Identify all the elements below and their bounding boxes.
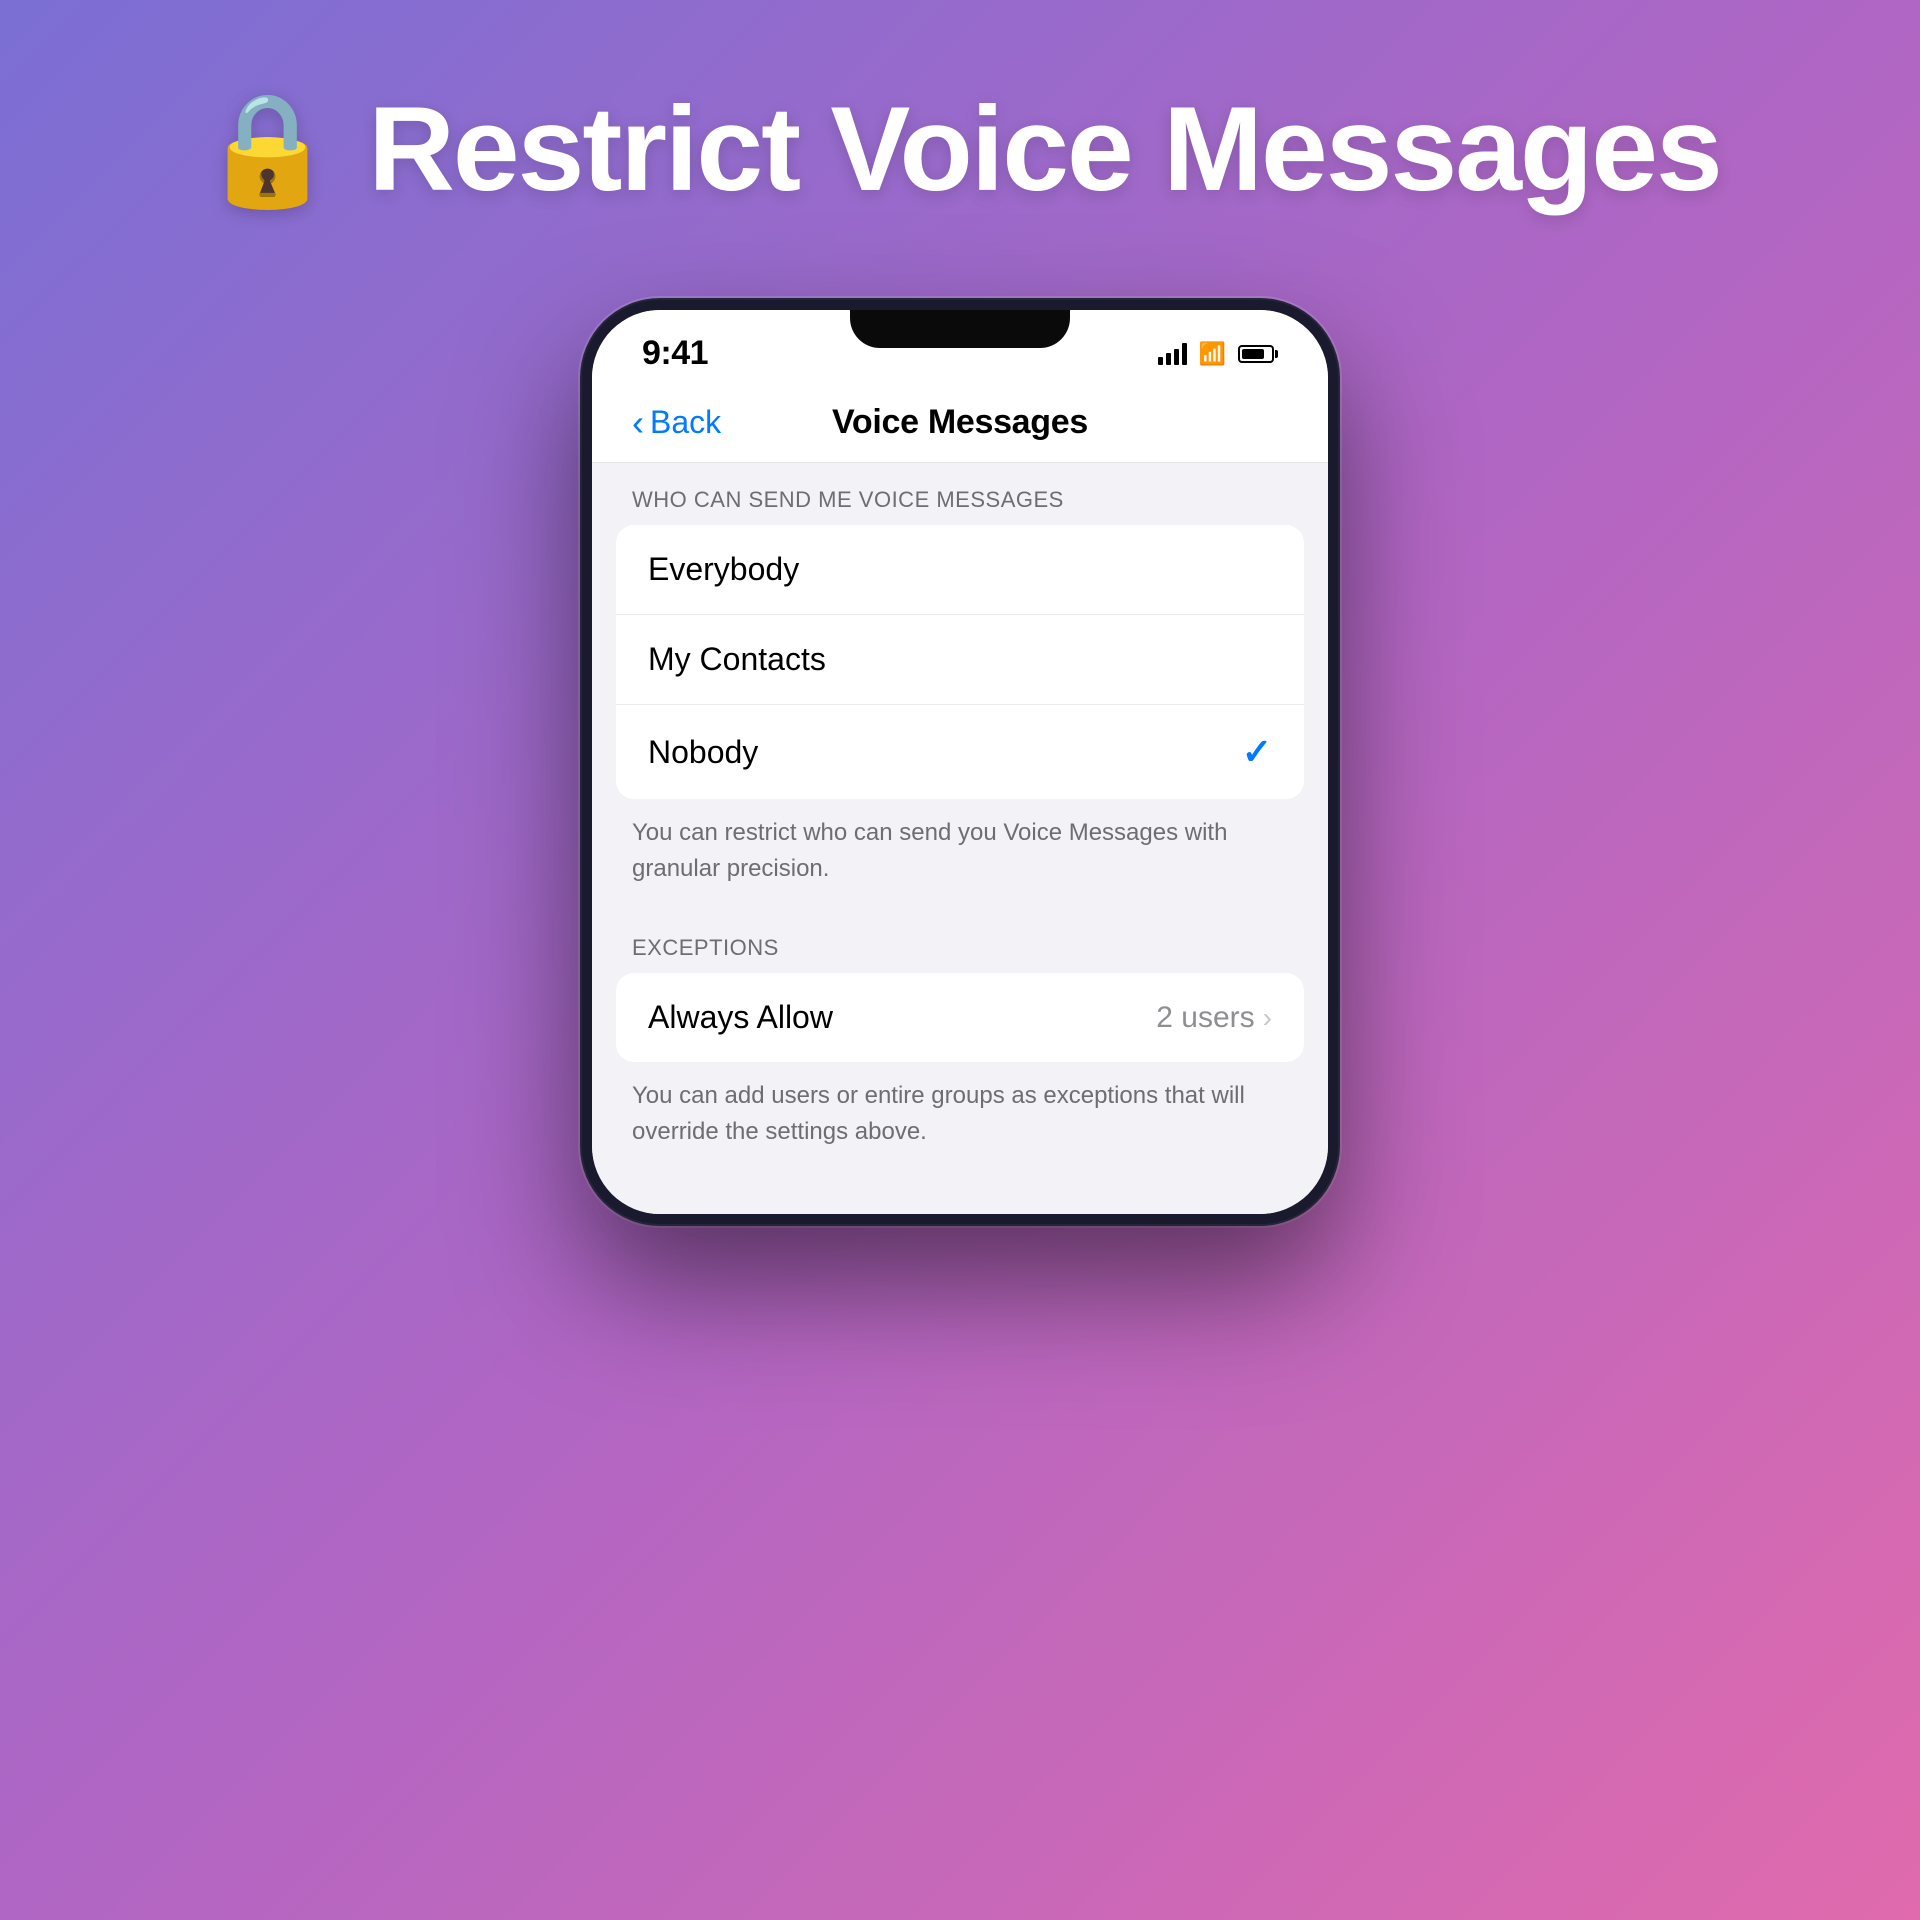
chevron-right-icon: › [1263, 1002, 1272, 1034]
back-chevron-icon: ‹ [632, 405, 644, 441]
lock-icon: 🔒 [199, 85, 336, 214]
nobody-label: Nobody [648, 734, 758, 771]
exceptions-section-label: EXCEPTIONS [592, 911, 1328, 973]
nav-title: Voice Messages [832, 403, 1088, 442]
who-can-send-section-label: WHO CAN SEND ME VOICE MESSAGES [592, 463, 1328, 525]
back-label[interactable]: Back [650, 404, 721, 441]
my-contacts-row[interactable]: My Contacts [616, 615, 1304, 705]
always-allow-count: 2 users [1156, 1001, 1254, 1035]
nav-bar: ‹ Back Voice Messages [592, 383, 1328, 463]
status-icons: 📶 [1158, 341, 1278, 367]
always-allow-value-group: 2 users › [1156, 1001, 1272, 1035]
content-area: WHO CAN SEND ME VOICE MESSAGES Everybody… [592, 463, 1328, 1214]
who-can-send-description: You can restrict who can send you Voice … [592, 799, 1328, 911]
always-allow-label: Always Allow [648, 999, 833, 1036]
nobody-row[interactable]: Nobody ✓ [616, 705, 1304, 799]
page-wrapper: 🔒 Restrict Voice Messages 9:41 📶 [0, 0, 1920, 1920]
who-can-send-group: Everybody My Contacts Nobody ✓ [616, 525, 1304, 799]
back-button[interactable]: ‹ Back [632, 404, 721, 441]
exceptions-group: Always Allow 2 users › [616, 973, 1304, 1062]
header-row: 🔒 Restrict Voice Messages [199, 80, 1720, 218]
status-time: 9:41 [642, 334, 708, 373]
battery-icon [1238, 345, 1278, 363]
checkmark-icon: ✓ [1242, 731, 1272, 773]
my-contacts-label: My Contacts [648, 641, 826, 678]
signal-icon [1158, 343, 1187, 365]
always-allow-row[interactable]: Always Allow 2 users › [616, 973, 1304, 1062]
page-main-title: Restrict Voice Messages [368, 80, 1720, 218]
everybody-label: Everybody [648, 551, 799, 588]
status-bar: 9:41 📶 [592, 310, 1328, 383]
phone-mockup: 9:41 📶 ‹ [580, 298, 1340, 1226]
exceptions-description: You can add users or entire groups as ex… [592, 1062, 1328, 1174]
wifi-icon: 📶 [1199, 341, 1226, 367]
everybody-row[interactable]: Everybody [616, 525, 1304, 615]
notch [850, 310, 1070, 348]
phone-screen: 9:41 📶 ‹ [592, 310, 1328, 1214]
